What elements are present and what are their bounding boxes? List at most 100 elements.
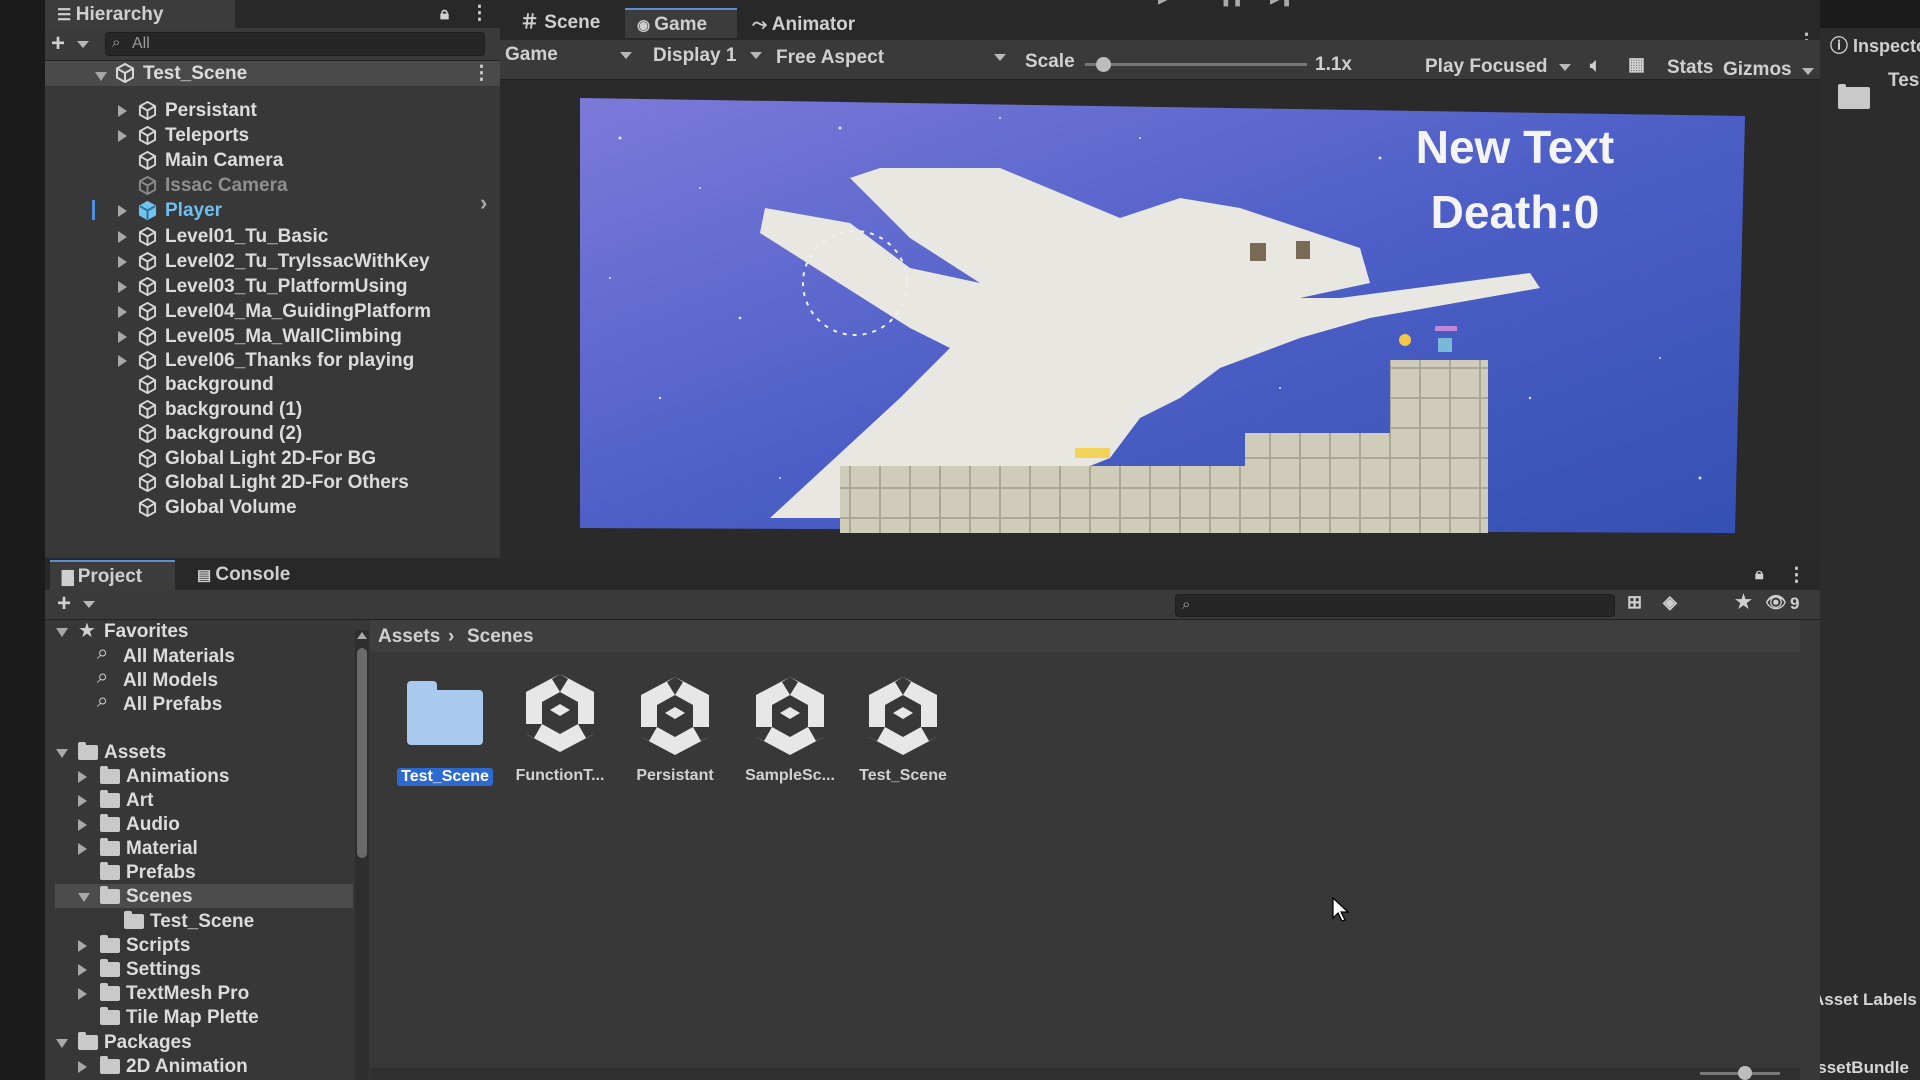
play-button-icon[interactable]: ▶: [1158, 0, 1169, 7]
foldout-closed-icon[interactable]: [78, 819, 87, 831]
foldout-closed-icon[interactable]: [78, 843, 87, 855]
hierarchy-item[interactable]: Global Light 2D-For BG: [165, 446, 376, 471]
hierarchy-item[interactable]: Level03_Tu_PlatformUsing: [165, 274, 408, 299]
step-button-icon[interactable]: ▶❚: [1270, 0, 1293, 7]
hidden-packages-eye-icon[interactable]: 👁︎: [1765, 593, 1787, 613]
scene-foldout-icon[interactable]: [95, 72, 107, 81]
tab-project[interactable]: ▇ Project: [50, 560, 175, 590]
project-tree-item[interactable]: Packages: [104, 1030, 192, 1055]
breadcrumb-scenes[interactable]: Scenes: [467, 626, 534, 648]
hierarchy-item[interactable]: Level05_Ma_WallClimbing: [165, 324, 402, 349]
tab-animator[interactable]: ⤳ Animator: [740, 10, 867, 40]
scene-folder-icon[interactable]: [407, 681, 483, 745]
tree-scroll-up-icon[interactable]: [357, 632, 367, 639]
project-tree-item[interactable]: Prefabs: [126, 860, 196, 885]
icon-size-slider-thumb[interactable]: [1738, 1066, 1752, 1080]
foldout-open-icon[interactable]: [56, 1039, 68, 1048]
unity-scene-asset-icon[interactable]: [750, 673, 830, 759]
display-arrow-icon[interactable]: [750, 52, 762, 59]
project-tree-item[interactable]: TextMesh Pro: [126, 981, 249, 1006]
foldout-arrow-icon[interactable]: [118, 231, 127, 243]
project-create-plus-button[interactable]: +: [57, 590, 71, 618]
foldout-closed-icon[interactable]: [78, 988, 87, 1000]
project-tree-item[interactable]: Scripts: [126, 933, 190, 958]
foldout-arrow-icon[interactable]: [118, 105, 127, 117]
hidden-packages-count[interactable]: 9: [1790, 594, 1799, 614]
hierarchy-item[interactable]: background (1): [165, 397, 302, 422]
more-menu-icon[interactable]: ⋮: [470, 2, 489, 25]
asset-label[interactable]: Persistant: [620, 767, 730, 785]
hierarchy-item[interactable]: Global Light 2D-For Others: [165, 470, 409, 495]
project-create-dropdown-icon[interactable]: [83, 601, 95, 608]
play-mode-dropdown[interactable]: Play Focused: [1425, 56, 1548, 78]
project-tree-item[interactable]: 2D Animation: [126, 1054, 248, 1079]
tree-scrollbar[interactable]: [355, 630, 369, 1080]
hierarchy-item[interactable]: background (2): [165, 421, 302, 446]
stats-button[interactable]: Stats: [1667, 57, 1713, 79]
hierarchy-item[interactable]: Issac Camera: [165, 173, 288, 198]
create-plus-button[interactable]: +: [51, 30, 65, 58]
hierarchy-item[interactable]: Level06_Thanks for playing: [165, 348, 414, 373]
save-search-star-icon[interactable]: ★: [1735, 591, 1752, 614]
foldout-open-icon[interactable]: [78, 893, 90, 902]
hierarchy-item[interactable]: Main Camera: [165, 148, 283, 173]
foldout-arrow-icon[interactable]: [118, 306, 127, 318]
project-tree-item[interactable]: Settings: [126, 957, 201, 982]
foldout-arrow-icon[interactable]: [118, 205, 127, 217]
tree-scroll-thumb[interactable]: [357, 648, 367, 858]
audio-speaker-icon[interactable]: 🔈︎: [1590, 55, 1601, 76]
play-mode-arrow-icon[interactable]: [1559, 64, 1571, 71]
foldout-closed-icon[interactable]: [78, 771, 87, 783]
hierarchy-item[interactable]: Global Volume: [165, 495, 297, 520]
asset-label[interactable]: FunctionT...: [505, 767, 615, 785]
scene-header-row[interactable]: [45, 61, 500, 86]
foldout-arrow-icon[interactable]: [118, 355, 127, 367]
asset-label[interactable]: SampleSc...: [735, 767, 845, 785]
asset-bundle[interactable]: AssetBundle: [1805, 1058, 1909, 1078]
project-tree-item[interactable]: Material: [126, 836, 198, 861]
project-tree-item[interactable]: Art: [126, 788, 153, 813]
project-tree-item[interactable]: All Materials: [123, 644, 235, 669]
foldout-closed-icon[interactable]: [78, 940, 87, 952]
inspector-tab[interactable]: ⓘ Inspecto: [1830, 32, 1920, 62]
view-mode-arrow-icon[interactable]: [620, 52, 632, 59]
project-tree-item[interactable]: Animations: [126, 764, 229, 789]
tab-console[interactable]: ▤ Console: [185, 560, 302, 590]
asset-label[interactable]: Test_Scene: [848, 767, 958, 785]
hierarchy-search-input[interactable]: ⌕ All: [105, 32, 485, 56]
project-tree-item[interactable]: Assets: [104, 740, 166, 765]
foldout-arrow-icon[interactable]: [118, 256, 127, 268]
hierarchy-item[interactable]: Teleports: [165, 123, 249, 148]
project-tree-item[interactable]: Audio: [126, 812, 180, 837]
aspect-arrow-icon[interactable]: [994, 54, 1006, 61]
gizmos-button[interactable]: Gizmos: [1723, 59, 1792, 81]
scale-slider-thumb[interactable]: [1096, 57, 1112, 72]
search-by-type-icon[interactable]: ⊞: [1627, 592, 1642, 613]
hierarchy-item[interactable]: Level02_Tu_TryIssacWithKey: [165, 249, 430, 274]
foldout-open-icon[interactable]: [56, 749, 68, 758]
project-tree-item[interactable]: Tile Map Plette: [126, 1005, 259, 1030]
hierarchy-item[interactable]: Level01_Tu_Basic: [165, 224, 328, 249]
project-search-input[interactable]: ⌕: [1175, 594, 1615, 617]
unity-scene-asset-icon[interactable]: [863, 673, 943, 759]
unity-scene-asset-icon[interactable]: [520, 670, 600, 756]
scene-more-icon[interactable]: ⋮: [472, 62, 491, 85]
project-tree-item[interactable]: Favorites: [104, 619, 188, 644]
pause-button-icon[interactable]: ❚❚: [1220, 0, 1243, 7]
project-tree-item[interactable]: Test_Scene: [150, 909, 254, 934]
project-tree-item[interactable]: All Prefabs: [123, 692, 222, 717]
expand-arrow-icon[interactable]: ›: [480, 190, 487, 216]
unity-scene-asset-icon[interactable]: [635, 673, 715, 759]
foldout-closed-icon[interactable]: [78, 1061, 87, 1073]
tab-scene[interactable]: ＃ Scene: [508, 8, 612, 38]
asset-label[interactable]: Test_Scene: [397, 768, 493, 786]
lock-icon[interactable]: 🔒︎: [440, 4, 449, 24]
search-by-label-icon[interactable]: ◈: [1663, 592, 1677, 613]
foldout-arrow-icon[interactable]: [118, 331, 127, 343]
project-tree-item[interactable]: Scenes: [126, 884, 193, 909]
project-tree-item[interactable]: All Models: [123, 668, 218, 693]
breadcrumb-assets[interactable]: Assets: [378, 626, 440, 648]
display-dropdown[interactable]: Display 1: [653, 45, 736, 67]
foldout-arrow-icon[interactable]: [118, 281, 127, 293]
aspect-dropdown[interactable]: Free Aspect: [776, 47, 884, 69]
